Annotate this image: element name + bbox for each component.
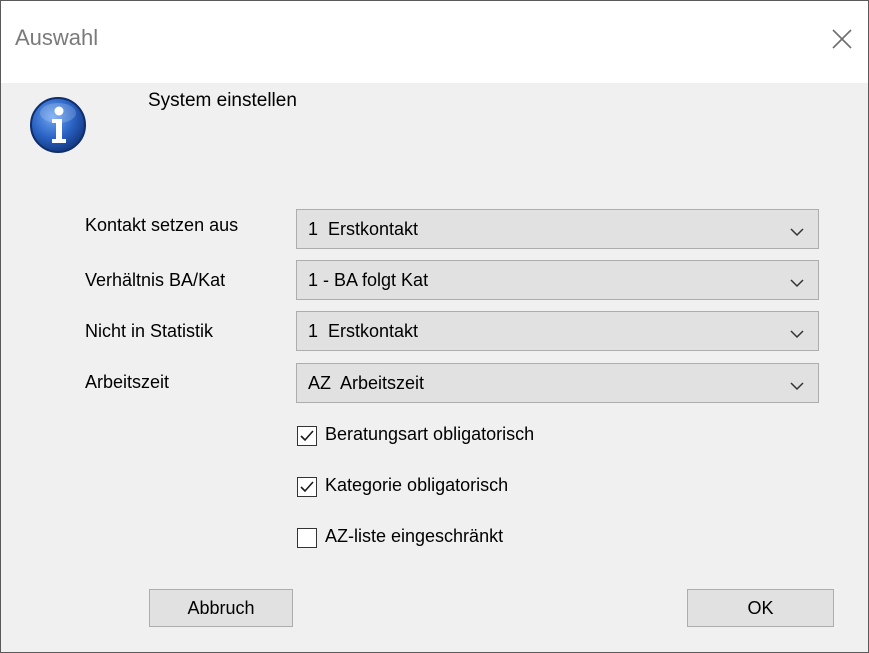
checkbox-box[interactable]: [297, 426, 317, 446]
dropdown-verhaeltnis-ba-kat[interactable]: 1 - BA folgt Kat: [296, 260, 819, 300]
cancel-button[interactable]: Abbruch: [149, 589, 293, 627]
checkbox-label: Kategorie obligatorisch: [325, 475, 509, 495]
chevron-down-icon: [790, 378, 804, 391]
dropdown-nicht-in-statistik[interactable]: 1 Erstkontakt: [296, 311, 819, 351]
dialog-heading: System einstellen: [148, 90, 297, 111]
dropdown-arbeitszeit[interactable]: AZ Arbeitszeit: [296, 363, 819, 403]
dropdown-kontakt-setzen-aus[interactable]: 1 Erstkontakt: [296, 209, 819, 249]
label-arbeitszeit: Arbeitszeit: [85, 372, 170, 392]
dialog-window: Auswahl System einstellen Kontakt setzen…: [0, 0, 869, 653]
dropdown-value: 1 Erstkontakt: [308, 219, 419, 239]
chevron-down-icon: [790, 326, 804, 339]
info-icon: [28, 95, 88, 155]
window-title: Auswahl: [15, 25, 99, 50]
chevron-down-icon: [790, 224, 804, 237]
dropdown-value: 1 Erstkontakt: [308, 321, 419, 341]
dropdown-value: 1 - BA folgt Kat: [308, 270, 429, 290]
chevron-down-icon: [790, 275, 804, 288]
ok-button[interactable]: OK: [687, 589, 834, 627]
checkbox-box[interactable]: [297, 528, 317, 548]
checkbox-label: Beratungsart obligatorisch: [325, 424, 535, 444]
dropdown-value: AZ Arbeitszeit: [308, 373, 425, 393]
checkbox-label: AZ-liste eingeschränkt: [325, 526, 504, 546]
title-bar: Auswahl: [1, 1, 868, 83]
close-icon[interactable]: [828, 25, 856, 53]
label-kontakt-setzen-aus: Kontakt setzen aus: [85, 215, 239, 235]
checkbox-box[interactable]: [297, 477, 317, 497]
label-verhaeltnis-ba-kat: Verhältnis BA/Kat: [85, 270, 226, 290]
label-nicht-in-statistik: Nicht in Statistik: [85, 321, 214, 341]
